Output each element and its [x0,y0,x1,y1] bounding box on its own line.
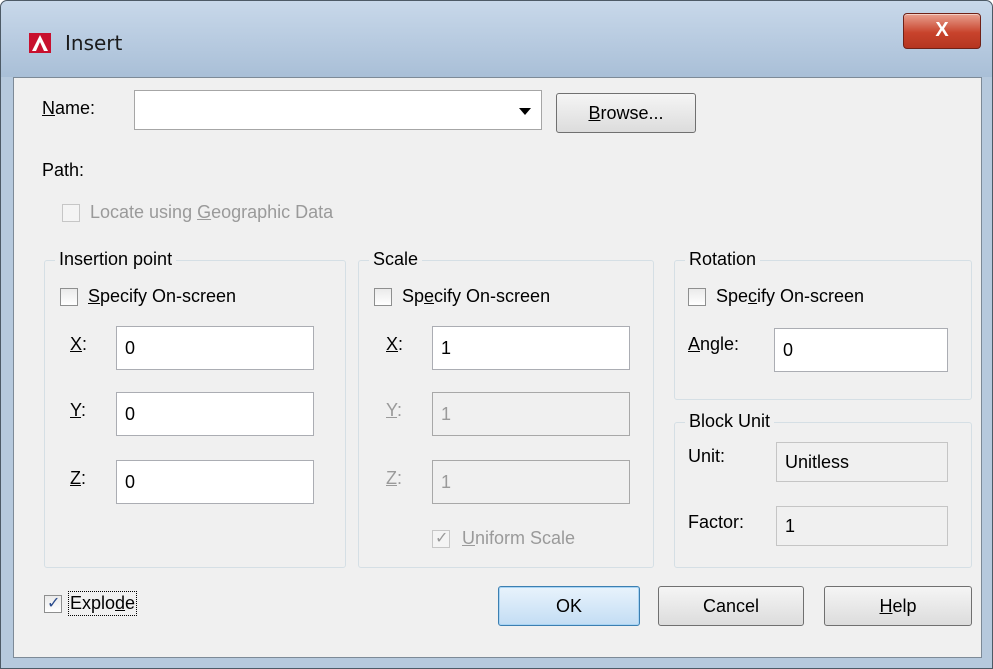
rotation-title: Rotation [685,249,761,270]
cancel-button[interactable]: Cancel [658,586,804,626]
factor-value: 1 [776,506,948,546]
angle-input[interactable]: 0 [774,328,948,372]
scale-y-label: Y: [386,400,403,420]
scale-specify-onscreen-checkbox[interactable] [374,288,392,306]
insert-dialog: Insert X Name: Browse... Path: Locate us… [0,0,993,669]
rotation-specify-onscreen-checkbox[interactable] [688,288,706,306]
insertion-y-input[interactable]: 0 [116,392,314,436]
block-unit-title: Block Unit [685,411,775,432]
name-label: Name: [42,98,96,118]
insertion-specify-onscreen-checkbox[interactable] [60,288,78,306]
scale-specify-onscreen-label: Specify On-screen [402,286,551,306]
dialog-body: Name: Browse... Path: Locate using Geogr… [13,77,982,658]
scale-title: Scale [369,249,423,270]
help-button[interactable]: Help [824,586,972,626]
unit-label: Unit: [688,446,726,466]
title-bar[interactable]: Insert X [1,1,992,77]
ok-button[interactable]: OK [498,586,640,626]
scale-z-label: Z: [386,468,403,488]
uniform-scale-label: Uniform Scale [462,528,576,548]
dropdown-arrow-icon[interactable] [519,108,531,115]
insertion-z-input[interactable]: 0 [116,460,314,504]
unit-value: Unitless [776,442,948,482]
insertion-x-label: X: [70,334,88,354]
scale-x-input[interactable]: 1 [432,326,630,370]
autocad-app-icon [29,33,51,53]
insertion-specify-onscreen-label: Specify On-screen [88,286,237,306]
factor-label: Factor: [688,512,745,532]
insertion-x-input[interactable]: 0 [116,326,314,370]
insertion-y-label: Y: [70,400,87,420]
close-button[interactable]: X [903,13,981,49]
scale-z-input[interactable]: 1 [432,460,630,504]
scale-y-input[interactable]: 1 [432,392,630,436]
explode-label: Explode [67,591,138,616]
window-title: Insert [65,31,123,55]
locate-geographic-checkbox[interactable] [62,204,80,222]
uniform-scale-checkbox[interactable] [432,528,450,548]
rotation-specify-onscreen-label: Specify On-screen [716,286,865,306]
name-combobox[interactable] [134,90,542,130]
explode-checkbox[interactable] [44,593,62,613]
scale-x-label: X: [386,334,404,354]
insertion-z-label: Z: [70,468,87,488]
path-label: Path: [42,160,85,180]
browse-button[interactable]: Browse... [556,93,696,133]
angle-label: Angle: [688,334,740,354]
locate-geographic-label: Locate using Geographic Data [90,202,334,222]
insertion-point-title: Insertion point [55,249,177,270]
